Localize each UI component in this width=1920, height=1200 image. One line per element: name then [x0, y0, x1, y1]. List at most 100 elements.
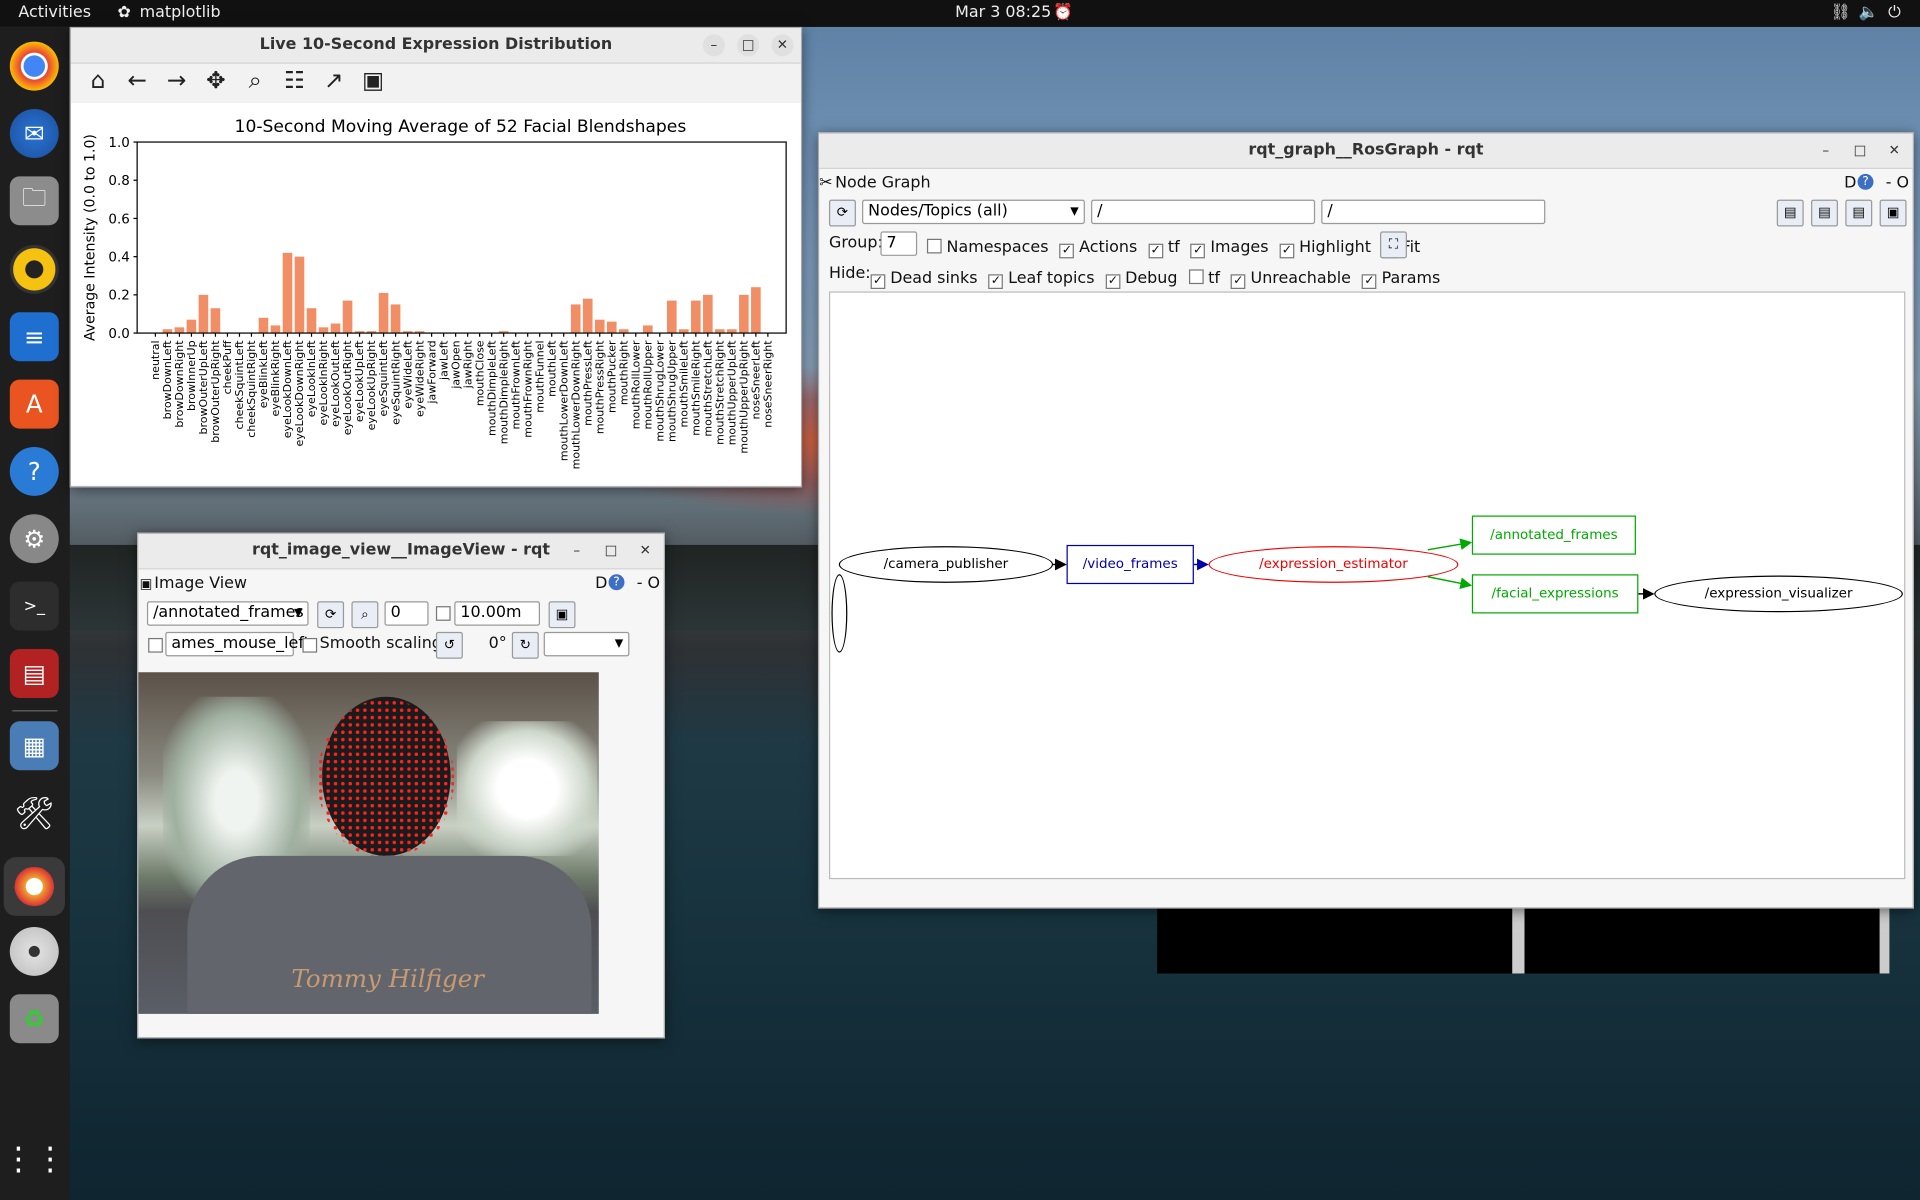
close-button[interactable]: ✕	[634, 540, 656, 562]
checkbox[interactable]: ✓	[1105, 274, 1121, 289]
checkbox[interactable]: ✓	[1230, 274, 1246, 289]
checkbox[interactable]: ✓	[1148, 243, 1163, 259]
checkbox[interactable]: ✓	[988, 274, 1004, 289]
color-scheme-select[interactable]: ▼	[543, 631, 630, 657]
topic-annotated-frames[interactable]: /annotated_frames	[1471, 515, 1636, 555]
app-red-icon[interactable]: ▤	[9, 648, 59, 698]
checkbox[interactable]: ✓	[1361, 274, 1377, 289]
max-checkbox[interactable]	[435, 606, 451, 621]
group-spinbox[interactable]: 7	[880, 231, 918, 256]
time-spinbox[interactable]: 10.00m	[454, 601, 541, 626]
plugin-handle-icon[interactable]: ✂	[819, 174, 832, 192]
hide-debug-option[interactable]: ✓ Debug	[1105, 269, 1177, 289]
checkbox[interactable]: ✓	[1059, 243, 1075, 259]
topic-facial-expressions[interactable]: /facial_expressions	[1471, 574, 1639, 614]
checkbox[interactable]: ✓	[870, 274, 886, 289]
chrome-icon[interactable]	[9, 41, 59, 91]
checkbox[interactable]: ✓	[1190, 243, 1206, 259]
configure-icon[interactable]: ☷	[280, 66, 309, 95]
topic-select[interactable]: /annotated_frames ▼	[146, 601, 309, 626]
plugin-close[interactable]: - O	[637, 574, 660, 592]
app-menu-label[interactable]: matplotlib	[140, 4, 221, 22]
camera-image[interactable]: Tommy Hilfiger	[138, 672, 599, 1014]
home-icon[interactable]: ⌂	[83, 66, 112, 95]
graph-highlight-option[interactable]: ✓ Highlight	[1279, 239, 1371, 259]
refresh-icon[interactable]: ⟳	[828, 199, 856, 227]
matplotlib-titlebar[interactable]: Live 10-Second Expression Distribution –…	[71, 28, 801, 64]
checkbox[interactable]	[1188, 269, 1204, 285]
save-svg-icon[interactable]: ▤	[1845, 199, 1873, 227]
graph-canvas[interactable]: /camera_publisher /video_frames /express…	[828, 291, 1906, 880]
network-icon[interactable]: ⛓	[1831, 4, 1851, 22]
zoom-fit-icon[interactable]: ⌕	[351, 601, 379, 629]
rotate-right-icon[interactable]: ↻	[511, 631, 539, 659]
mouse-topic-input[interactable]: ames_mouse_left	[165, 631, 310, 657]
hide-params-option[interactable]: ✓ Params	[1361, 269, 1440, 289]
back-icon[interactable]: ←	[123, 66, 152, 95]
files-icon[interactable]: 🗀	[9, 176, 59, 226]
hide-leaf-topics-option[interactable]: ✓ Leaf topics	[988, 269, 1094, 289]
rqt-icon[interactable]	[3, 857, 65, 916]
dock-button[interactable]: D	[1844, 174, 1856, 192]
dock-button[interactable]: D	[595, 574, 607, 592]
dvd-icon[interactable]	[9, 926, 59, 976]
pan-icon[interactable]: ✥	[201, 66, 230, 95]
clock[interactable]: Mar 3 08:25	[955, 4, 1051, 22]
terminal-icon[interactable]: >_	[9, 581, 59, 631]
background-window-2[interactable]	[1524, 906, 1880, 974]
image-viewer-icon[interactable]: ▦	[9, 721, 59, 771]
save-dot-icon[interactable]: ▤	[1811, 199, 1838, 227]
refresh-icon[interactable]: ⟳	[317, 601, 345, 629]
help-icon[interactable]: ?	[608, 574, 625, 591]
fit-view-icon[interactable]: ⛶	[1380, 231, 1407, 259]
activities-button[interactable]: Activities	[18, 4, 91, 22]
minimize-button[interactable]: –	[1815, 140, 1837, 162]
trash-icon[interactable]: ♻	[9, 994, 59, 1044]
node-partial[interactable]	[831, 574, 848, 653]
node-camera-publisher[interactable]: /camera_publisher	[838, 546, 1054, 583]
topic-video-frames[interactable]: /video_frames	[1066, 544, 1194, 585]
mouse-publish-checkbox[interactable]	[148, 637, 163, 653]
rhythmbox-icon[interactable]	[9, 244, 59, 294]
close-button[interactable]: ✕	[771, 34, 794, 57]
rosgraph-titlebar[interactable]: rqt_graph__RosGraph - rqt – □ ✕	[819, 133, 1913, 169]
plugin-handle-icon[interactable]: ▣	[140, 576, 153, 592]
app-menu-icon[interactable]: ✿	[118, 4, 131, 22]
graph-images-option[interactable]: ✓ Images	[1190, 239, 1269, 259]
close-button[interactable]: ✕	[1883, 140, 1905, 162]
minimize-button[interactable]: –	[566, 540, 588, 562]
maximize-button[interactable]: □	[1849, 140, 1871, 162]
help-icon[interactable]: ?	[1857, 173, 1874, 190]
topic-filter-input[interactable]: /	[1321, 199, 1546, 225]
tools-icon[interactable]: 🛠	[10, 790, 59, 839]
save-image-icon[interactable]: ▣	[1879, 199, 1907, 227]
number-spinbox[interactable]: 0	[384, 601, 429, 626]
minimize-button[interactable]: –	[702, 34, 725, 57]
mode-select[interactable]: Nodes/Topics (all) ▼	[862, 199, 1085, 225]
node-expression-estimator[interactable]: /expression_estimator	[1208, 546, 1459, 583]
graph-tf-option[interactable]: ✓ tf	[1148, 239, 1180, 259]
thunderbird-icon[interactable]: ✉	[9, 108, 59, 158]
power-icon[interactable]: ⏻	[1888, 4, 1901, 22]
zoom-icon[interactable]: ⌕	[240, 66, 269, 95]
writer-icon[interactable]: ≡	[9, 312, 59, 362]
background-window-1[interactable]	[1157, 906, 1513, 974]
save-icon[interactable]: ▣	[358, 66, 387, 95]
load-dot-icon[interactable]: ▤	[1776, 199, 1804, 227]
plugin-close[interactable]: - O	[1886, 174, 1909, 192]
app-center-icon[interactable]: A	[9, 379, 59, 429]
save-image-icon[interactable]: ▣	[548, 601, 576, 629]
help-icon[interactable]: ?	[9, 446, 59, 496]
app-grid-icon[interactable]: ⋮⋮	[2, 1135, 66, 1184]
alarm-icon[interactable]: ⏰	[1053, 4, 1073, 22]
maximize-button[interactable]: □	[600, 540, 622, 562]
rotate-left-icon[interactable]: ↺	[435, 631, 463, 659]
maximize-button[interactable]: □	[737, 34, 760, 57]
settings-icon[interactable]: ⚙	[9, 514, 59, 564]
hide-dead-sinks-option[interactable]: ✓ Dead sinks	[870, 269, 978, 289]
forward-icon[interactable]: →	[162, 66, 191, 95]
smooth-scaling-checkbox[interactable]	[302, 637, 318, 653]
edit-icon[interactable]: ↗	[319, 66, 348, 95]
imageview-titlebar[interactable]: rqt_image_view__ImageView - rqt – □ ✕	[138, 533, 664, 570]
volume-icon[interactable]: 🔈	[1859, 4, 1879, 22]
